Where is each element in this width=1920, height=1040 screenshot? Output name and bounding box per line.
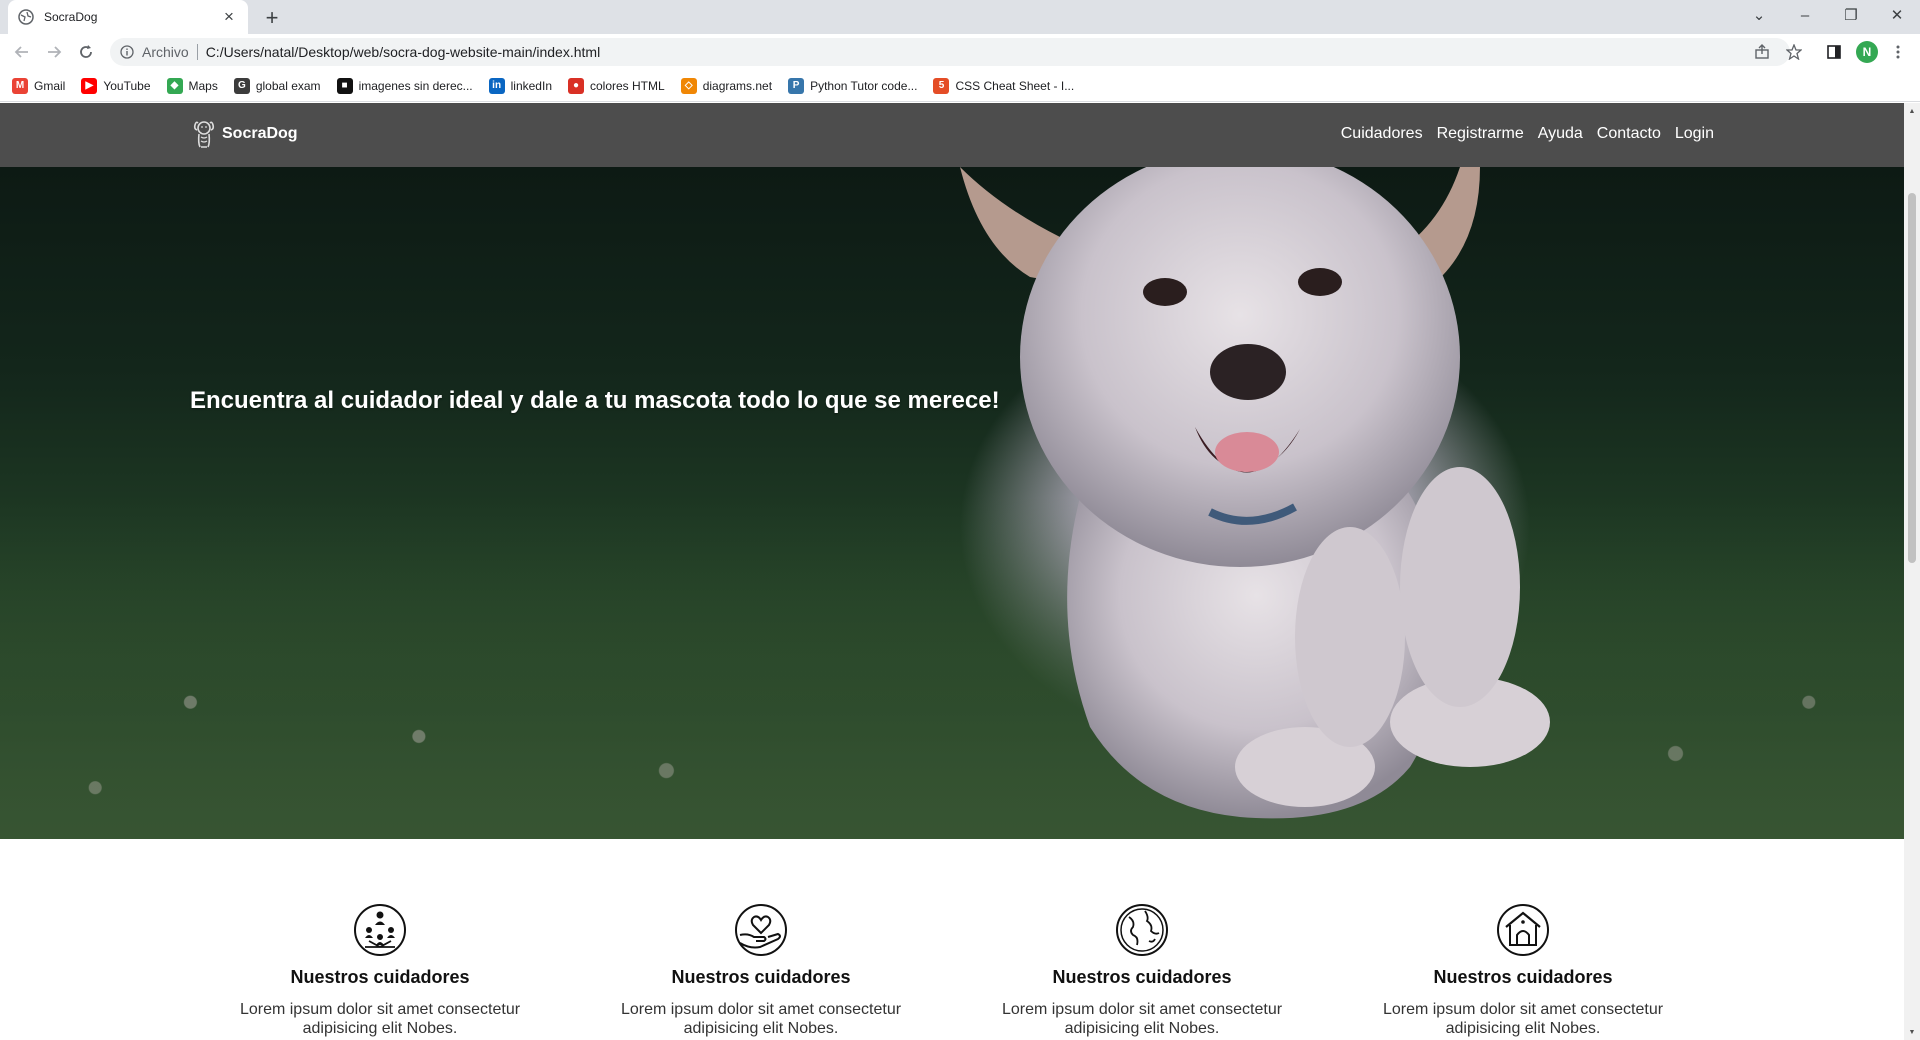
minimize-icon[interactable]: – [1782, 0, 1828, 30]
colores-html-icon: ● [568, 77, 584, 94]
browser-toolbar: Archivo C:/Users/natal/Desktop/web/socra… [0, 34, 1920, 70]
omnibox-separator [196, 44, 198, 60]
bookmark-label: global exam [255, 78, 321, 93]
bookmark-label: linkedIn [510, 78, 552, 93]
scroll-down-icon[interactable]: ▼ [1908, 1028, 1916, 1036]
close-window-icon[interactable]: ✕ [1874, 0, 1920, 30]
feature-card: Nuestros cuidadores Lorem ipsum dolor si… [1373, 903, 1673, 1038]
url-text[interactable]: C:/Users/natal/Desktop/web/socra-dog-web… [206, 44, 601, 60]
hero-title: Encuentra al cuidador ideal y dale a tu … [190, 387, 1000, 414]
css-cheatsheet-icon: 5 [933, 77, 950, 94]
feature-title: Nuestros cuidadores [1052, 967, 1232, 987]
nav-contacto[interactable]: Contacto [1597, 125, 1661, 143]
feature-text: Lorem ipsum dolor sit amet consectetur ad… [239, 1001, 521, 1037]
people-network-icon [354, 904, 406, 956]
globe-icon [1116, 904, 1168, 956]
menu-kebab-icon[interactable] [1886, 40, 1910, 64]
maps-icon: ◆ [166, 77, 183, 94]
bookmark-item[interactable]: Gglobal exam [233, 77, 321, 94]
feature-text: Lorem ipsum dolor sit amet consectetur ad… [1001, 1001, 1283, 1037]
bookmark-label: Maps [188, 78, 218, 93]
close-tab-icon[interactable]: × [220, 7, 238, 26]
dog-logo-icon [192, 119, 216, 149]
feature-card: Nuestros cuidadores Lorem ipsum dolor si… [611, 903, 911, 1038]
bookmark-item[interactable]: ■ imagenes sin derec... [336, 77, 473, 94]
bookmark-item[interactable]: ▶ YouTube [81, 77, 151, 94]
bookmark-label: imagenes sin derec... [358, 78, 473, 93]
reload-icon[interactable] [74, 40, 98, 64]
linkedin-icon: in [488, 77, 505, 94]
scroll-up-icon[interactable]: ▲ [1908, 107, 1916, 115]
new-tab-button[interactable]: + [260, 5, 284, 30]
file-chip: Archivo [142, 44, 189, 60]
share-icon[interactable] [1750, 40, 1774, 64]
tab-title: SocraDog [44, 10, 98, 24]
feature-title: Nuestros cuidadores [290, 967, 470, 987]
side-panel-icon[interactable] [1822, 40, 1846, 64]
forward-icon[interactable] [42, 40, 66, 64]
scroll-thumb[interactable] [1908, 193, 1916, 563]
brand-name: SocraDog [222, 125, 298, 142]
diagrams-icon: ◇ [680, 77, 697, 94]
browser-tab[interactable]: SocraDog × [8, 0, 248, 34]
feature-text: Lorem ipsum dolor sit amet consectetur ad… [1382, 1001, 1664, 1037]
tab-strip: SocraDog × + ⌄ – ❐ ✕ [0, 0, 1920, 34]
python-icon: P [788, 77, 805, 94]
features-section: Nuestros cuidadores Lorem ipsum dolor si… [0, 839, 1904, 1040]
bookmark-label: Python Tutor code... [810, 78, 918, 93]
back-icon[interactable] [10, 40, 34, 64]
bookmark-label: colores HTML [590, 78, 665, 93]
feature-card: Nuestros cuidadores Lorem ipsum dolor si… [230, 903, 530, 1038]
feature-text: Lorem ipsum dolor sit amet consectetur ad… [620, 1001, 902, 1037]
bookmark-item[interactable]: ◆ Maps [166, 77, 218, 94]
globe-favicon-icon [18, 9, 34, 25]
nav-registrarme[interactable]: Registrarme [1437, 125, 1524, 143]
brand[interactable]: SocraDog [192, 119, 298, 149]
unsplash-icon: ■ [336, 77, 353, 94]
nav-login[interactable]: Login [1675, 125, 1714, 143]
bookmark-item[interactable]: M Gmail [12, 77, 66, 94]
hero-banner: Encuentra al cuidador ideal y dale a tu … [0, 167, 1904, 839]
bookmark-label: diagrams.net [702, 78, 773, 93]
bookmark-item[interactable]: ● colores HTML [568, 77, 665, 94]
youtube-icon: ▶ [81, 77, 98, 94]
feature-title: Nuestros cuidadores [1433, 967, 1613, 987]
bookmarks-bar: M Gmail ▶ YouTube ◆ Maps Gglobal exam ■ imagenes… [0, 70, 1920, 102]
feature-title: Nuestros cuidadores [671, 967, 851, 987]
bookmark-star-icon[interactable] [1782, 40, 1806, 64]
bookmark-label: CSS Cheat Sheet - I... [955, 78, 1075, 93]
heart-hand-icon [735, 904, 787, 956]
bookmark-item[interactable]: 5 CSS Cheat Sheet - I... [933, 77, 1075, 94]
tab-search-icon[interactable]: ⌄ [1736, 0, 1782, 30]
restore-icon[interactable]: ❐ [1828, 0, 1874, 30]
dog-photo [960, 167, 1550, 819]
bookmark-label: YouTube [103, 78, 151, 93]
info-icon[interactable] [118, 43, 136, 61]
address-bar[interactable]: Archivo C:/Users/natal/Desktop/web/socra… [110, 38, 1790, 66]
profile-avatar[interactable]: N [1856, 41, 1878, 63]
page-viewport: SocraDog Cuidadores Registrarme Ayuda Co… [0, 103, 1904, 1040]
page-scrollbar[interactable]: ▲ ▼ [1904, 103, 1920, 1040]
bookmark-item[interactable]: ◇ diagrams.net [680, 77, 773, 94]
site-header: SocraDog Cuidadores Registrarme Ayuda Co… [0, 103, 1904, 167]
gmail-icon: M [12, 77, 28, 94]
global-exam-icon: G [233, 77, 250, 94]
bookmark-item[interactable]: P Python Tutor code... [788, 77, 918, 94]
feature-card: Nuestros cuidadores Lorem ipsum dolor si… [992, 903, 1292, 1038]
nav-ayuda[interactable]: Ayuda [1538, 125, 1583, 143]
bookmark-item[interactable]: in linkedIn [488, 77, 552, 94]
nav-cuidadores[interactable]: Cuidadores [1341, 125, 1423, 143]
main-nav: Cuidadores Registrarme Ayuda Contacto Lo… [1341, 125, 1714, 143]
dog-house-icon [1497, 904, 1549, 956]
bookmark-label: Gmail [34, 78, 66, 93]
